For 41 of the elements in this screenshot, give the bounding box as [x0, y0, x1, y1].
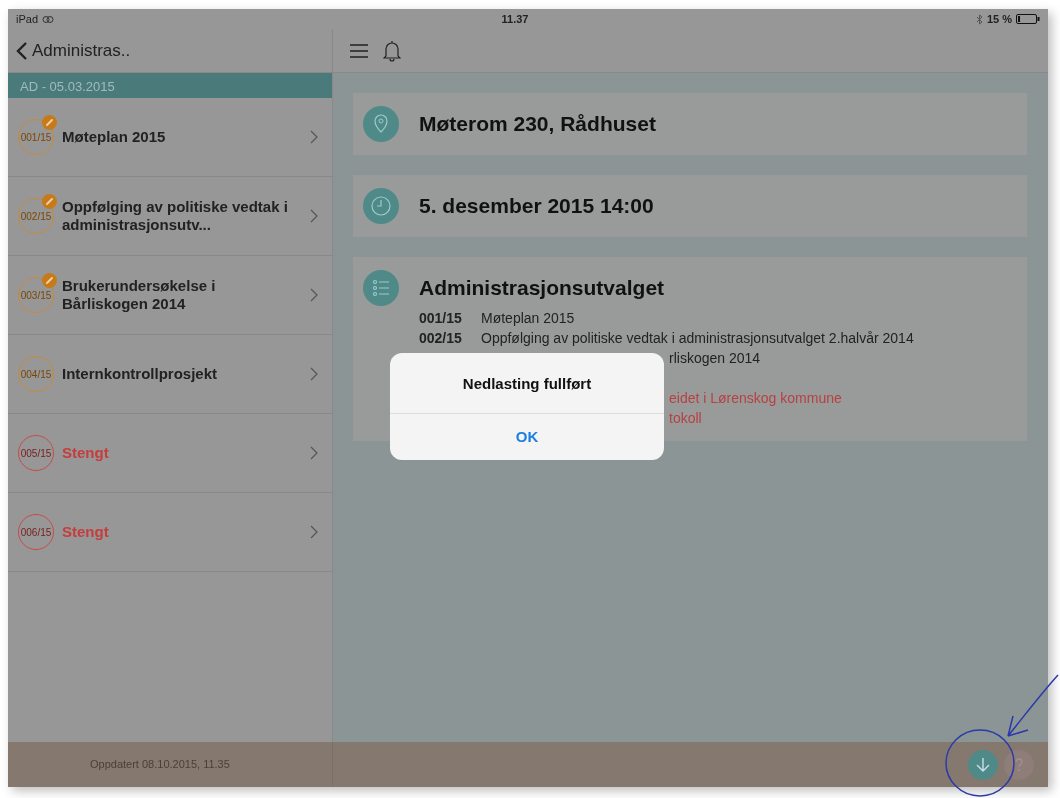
back-link[interactable]: Administras..	[16, 37, 131, 64]
download-button[interactable]	[968, 749, 998, 780]
agenda-line: rliskogen 2014	[669, 349, 761, 368]
clock-icon	[363, 188, 399, 224]
menu-icon[interactable]	[349, 42, 369, 59]
updated-text: Oppdatert 08.10.2015, 11.35	[90, 757, 230, 773]
location-icon	[363, 106, 399, 142]
help-icon	[1014, 757, 1024, 772]
ok-button[interactable]: OK	[390, 413, 664, 460]
agenda-list-item[interactable]: 002/15 Oppfølging av politiske vedtak i administrasjonsutv...	[8, 177, 332, 256]
chevron-icon	[310, 130, 318, 144]
chevron-icon	[310, 446, 318, 460]
agenda-list-item[interactable]: 001/15 Møteplan 2015	[8, 98, 332, 177]
battery-percent: 15 %	[986, 11, 1012, 27]
dialog-title: Nedlasting fullført	[390, 353, 664, 414]
help-button[interactable]	[1004, 749, 1034, 780]
card-title: Administrasjonsutvalget	[419, 275, 666, 301]
download-icon	[976, 756, 990, 773]
chevron-icon	[310, 288, 318, 302]
agenda-line: tokoll	[669, 409, 702, 428]
section-header: AD - 05.03.2015	[8, 73, 332, 98]
agenda-line: Møteplan 2015	[481, 309, 575, 328]
bell-icon[interactable]	[383, 39, 401, 62]
case-number: 001/15	[419, 309, 463, 328]
agenda-list-item[interactable]: 004/15 Internkontrollprosjekt	[8, 335, 332, 414]
card-title: Møterom 230, Rådhuset	[419, 111, 657, 137]
card-title: 5. desember 2015 14:00	[419, 193, 655, 219]
agenda-line: eidet i Lørenskog kommune	[669, 389, 842, 408]
list-icon	[363, 270, 399, 306]
chevron-icon	[310, 209, 318, 223]
back-icon	[16, 40, 28, 61]
agenda-line: Oppfølging av politiske vedtak i administrasjonsutvalget 2.halvår 2014	[481, 329, 914, 348]
case-number: 002/15	[419, 329, 463, 348]
battery-icon	[1016, 14, 1040, 24]
chevron-icon	[310, 525, 318, 539]
chevron-icon	[310, 367, 318, 381]
device-name: iPad	[16, 11, 39, 27]
clock-time: 11.37	[501, 12, 529, 25]
agenda-list-item[interactable]: 005/15 Stengt	[8, 414, 332, 493]
bluetooth-icon	[975, 13, 983, 25]
agenda-list-item[interactable]: 006/15 Stengt	[8, 493, 332, 572]
